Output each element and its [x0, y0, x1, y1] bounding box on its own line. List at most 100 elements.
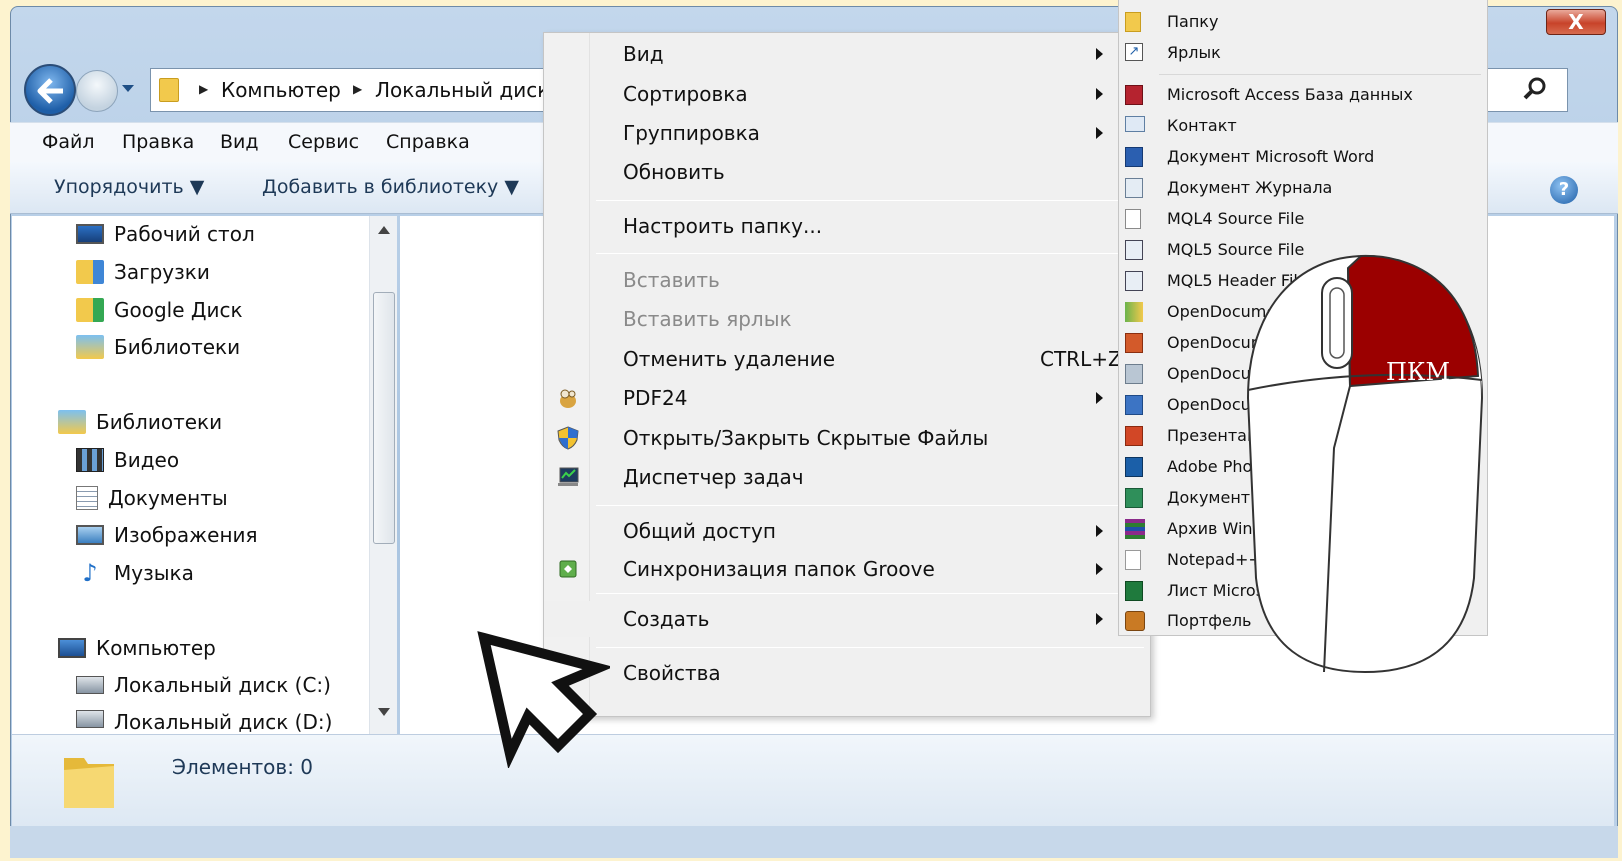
ctx-separator	[596, 505, 1144, 506]
ctx-separator	[596, 200, 1144, 201]
details-pane	[12, 734, 1614, 826]
breadcrumb-local-disk[interactable]: Локальный диск	[375, 78, 549, 102]
sub-item-access-db[interactable]: Microsoft Access База данных	[1119, 80, 1487, 110]
sub-item-word[interactable]: Документ Microsoft Word	[1119, 142, 1487, 172]
organize-button[interactable]: Упорядочить ▼	[54, 176, 204, 198]
excel-icon	[1125, 581, 1143, 601]
nav-item-label: Видео	[114, 448, 180, 472]
ctx-shortcut: CTRL+Z	[1040, 347, 1122, 371]
nav-item-drive-c[interactable]: Локальный диск (C:)	[76, 673, 331, 697]
nav-item-label: Загрузки	[114, 260, 210, 284]
video-icon	[76, 448, 104, 472]
ctx-item-customize-folder[interactable]: Настроить папку...	[544, 208, 1150, 244]
ctx-item-label: Свойства	[623, 661, 721, 685]
item-count: Элементов: 0	[172, 755, 314, 779]
ctx-item-label: Сортировка	[623, 82, 748, 106]
sub-item-journal[interactable]: Документ Журнала	[1119, 173, 1487, 203]
ctx-item-share[interactable]: Общий доступ	[544, 513, 1150, 549]
nav-item-libraries-root[interactable]: Библиотеки	[58, 410, 222, 434]
nav-item-label: Библиотеки	[114, 335, 241, 359]
downloads-icon	[76, 260, 104, 284]
history-dropdown-icon[interactable]	[120, 80, 136, 96]
libraries-icon	[58, 410, 86, 434]
ctx-item-undo-delete[interactable]: Отменить удаление CTRL+Z	[544, 341, 1150, 377]
menu-help[interactable]: Справка	[386, 131, 470, 153]
ctx-item-groove-sync[interactable]: Синхронизация папок Groove	[544, 551, 1150, 587]
nav-item-label: Библиотеки	[96, 410, 223, 434]
powerpoint-icon	[1125, 426, 1143, 446]
menu-edit[interactable]: Правка	[122, 131, 194, 153]
sub-item-shortcut[interactable]: ↗ Ярлык	[1119, 38, 1487, 68]
odt-icon	[1125, 395, 1143, 415]
sub-item-label: Папку	[1167, 12, 1219, 31]
help-icon[interactable]: ?	[1550, 176, 1578, 204]
ctx-item-pdf24[interactable]: PDF24	[544, 380, 1150, 416]
ctx-separator	[596, 253, 1144, 254]
ctx-item-label: Общий доступ	[623, 519, 776, 543]
ctx-item-refresh[interactable]: Обновить	[544, 154, 1150, 190]
notepad-icon	[1125, 550, 1141, 570]
ctx-item-sort[interactable]: Сортировка	[544, 76, 1150, 112]
mouse-illustration: ПКМ	[1246, 254, 1484, 674]
back-button[interactable]	[24, 64, 76, 116]
ctx-item-view[interactable]: Вид	[544, 36, 1150, 72]
ctx-item-label: Обновить	[623, 160, 725, 184]
sub-item-mql4[interactable]: MQL4 Source File	[1119, 204, 1487, 234]
submenu-arrow-icon	[1096, 525, 1103, 537]
ctx-item-new[interactable]: Создать	[544, 601, 1150, 637]
ctx-item-label: PDF24	[623, 386, 688, 410]
submenu-arrow-icon	[1096, 88, 1103, 100]
nav-item-desktop[interactable]: Рабочий стол	[76, 222, 255, 246]
ctx-item-task-manager[interactable]: Диспетчер задач	[544, 459, 1150, 495]
sub-item-label: Microsoft Access База данных	[1167, 85, 1413, 104]
ctx-item-paste-shortcut: Вставить ярлык	[544, 301, 1150, 337]
nav-item-libraries[interactable]: Библиотеки	[76, 335, 240, 359]
nav-item-video[interactable]: Видео	[76, 448, 179, 472]
nav-item-computer[interactable]: Компьютер	[58, 636, 216, 660]
drive-icon	[76, 710, 104, 728]
google-drive-icon	[76, 298, 104, 322]
submenu-arrow-icon	[1096, 392, 1103, 404]
nav-item-drive-d[interactable]: Локальный диск (D:)	[76, 710, 332, 732]
breadcrumb-computer[interactable]: Компьютер	[221, 78, 341, 102]
ctx-item-group[interactable]: Группировка	[544, 115, 1150, 151]
nav-item-label: Рабочий стол	[114, 222, 255, 246]
shortcut-icon: ↗	[1125, 43, 1143, 61]
submenu-arrow-icon	[1096, 127, 1103, 139]
nav-item-google-drive[interactable]: Google Диск	[76, 298, 243, 322]
submenu-arrow-icon	[1096, 48, 1103, 60]
nav-item-downloads[interactable]: Загрузки	[76, 260, 210, 284]
menu-view[interactable]: Вид	[220, 131, 259, 153]
nav-scrollbar[interactable]	[369, 216, 397, 734]
shield-icon	[557, 426, 579, 450]
scrollbar-thumb[interactable]	[373, 292, 395, 544]
journal-icon	[1125, 178, 1143, 198]
nav-item-documents[interactable]: Документы	[76, 486, 228, 510]
add-to-library-button[interactable]: Добавить в библиотеку ▼	[262, 176, 519, 198]
menu-file[interactable]: Файл	[42, 131, 95, 153]
breadcrumb-chevron-icon[interactable]: ▶	[353, 82, 362, 96]
nav-item-music[interactable]: ♪ Музыка	[76, 561, 194, 585]
scroll-up-icon[interactable]	[378, 226, 390, 234]
images-icon	[76, 525, 104, 545]
breadcrumb-chevron-icon[interactable]: ▶	[199, 82, 208, 96]
ctx-item-toggle-hidden-files[interactable]: Открыть/Закрыть Скрытые Файлы	[544, 420, 1150, 456]
forward-button[interactable]	[76, 70, 118, 112]
ctx-item-properties[interactable]: Свойства	[544, 655, 1150, 691]
ctx-item-label: Отменить удаление	[623, 347, 836, 371]
sub-item-label: MQL4 Source File	[1167, 209, 1305, 228]
nav-item-images[interactable]: Изображения	[76, 523, 258, 547]
scroll-down-icon[interactable]	[378, 708, 390, 716]
documents-icon	[76, 486, 98, 510]
sub-item-folder[interactable]: Папку	[1119, 7, 1487, 37]
odg-icon	[1125, 364, 1143, 384]
publisher-icon	[1125, 488, 1143, 508]
sub-item-contact[interactable]: Контакт	[1119, 111, 1487, 141]
search-icon[interactable]	[1520, 74, 1550, 104]
sub-item-label: Ярлык	[1167, 43, 1221, 62]
ctx-item-label: Вставить	[623, 268, 720, 292]
menu-tools[interactable]: Сервис	[288, 131, 359, 153]
ctx-item-label: Вставить ярлык	[623, 307, 792, 331]
libraries-icon	[76, 335, 104, 359]
close-button[interactable]: X	[1546, 9, 1606, 35]
